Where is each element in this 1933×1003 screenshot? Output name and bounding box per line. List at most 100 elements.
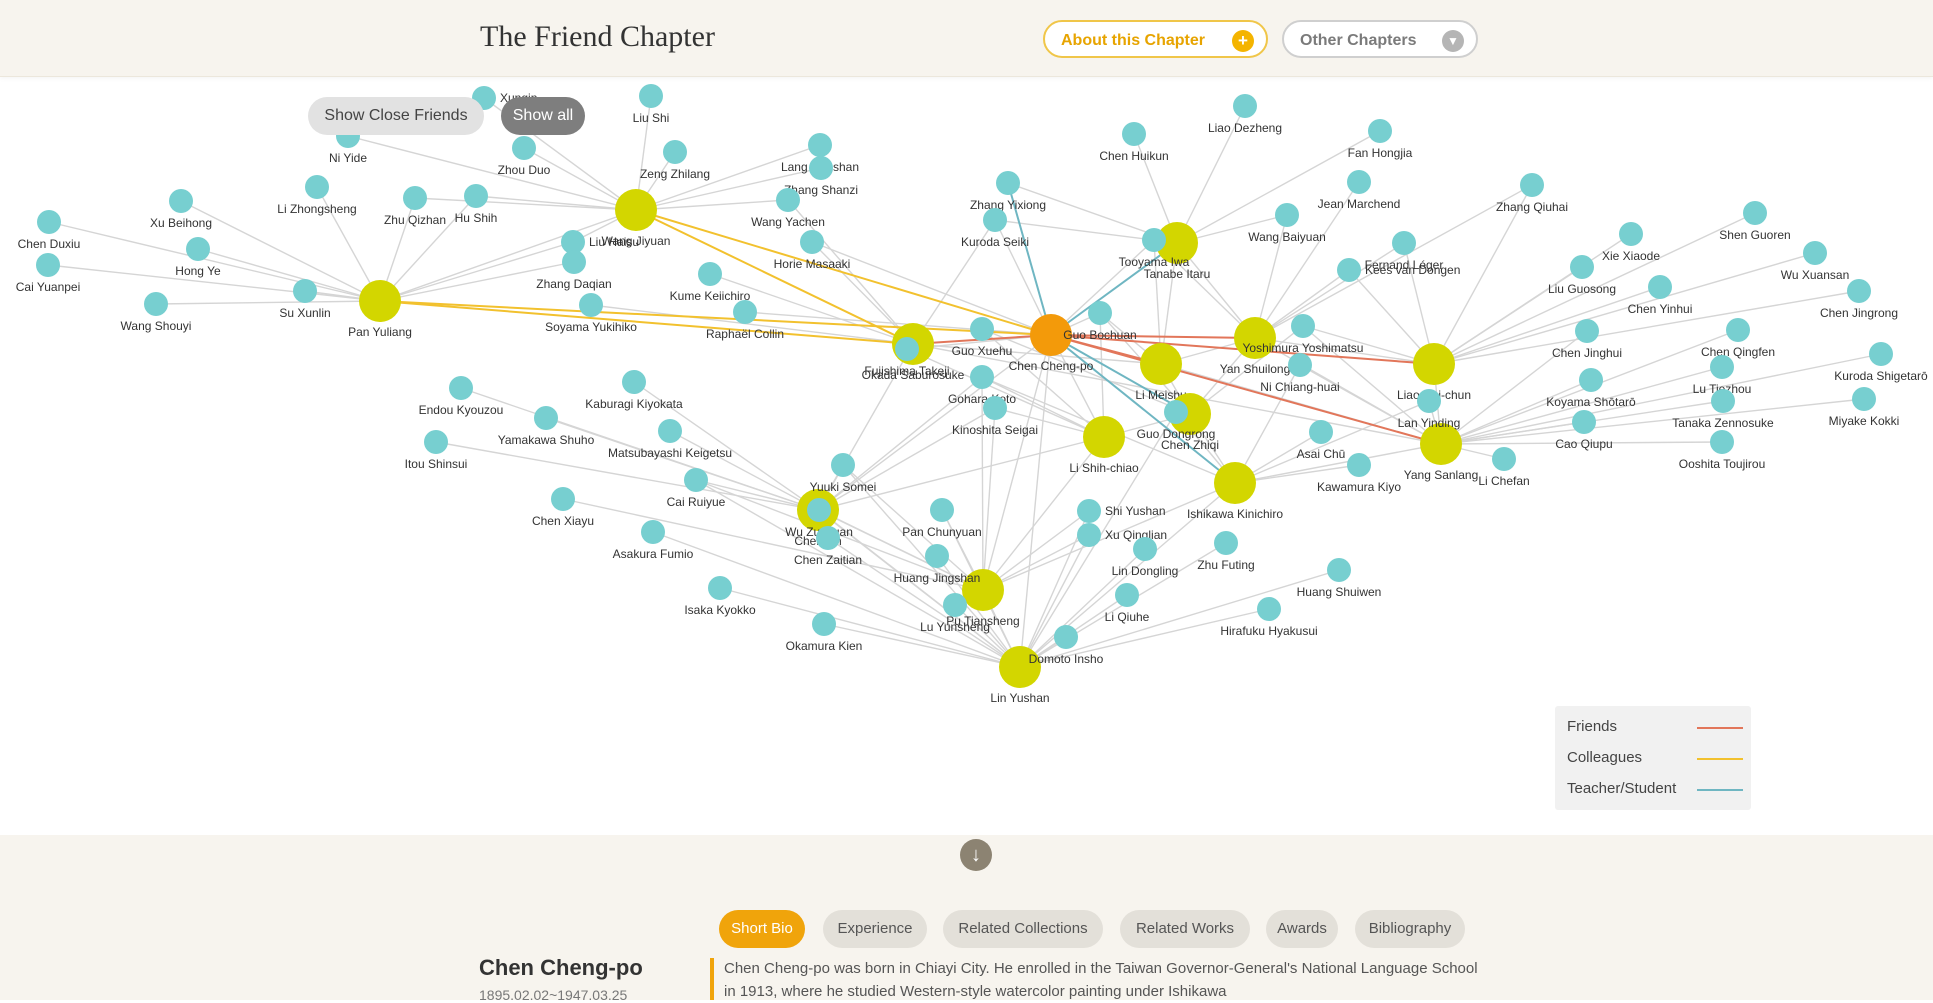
- node-circle[interactable]: [512, 136, 536, 160]
- node-circle[interactable]: [1852, 387, 1876, 411]
- node-circle[interactable]: [1743, 201, 1767, 225]
- node-circle[interactable]: [663, 140, 687, 164]
- node-circle[interactable]: [831, 453, 855, 477]
- node-pan-yuliang[interactable]: Pan Yuliang: [348, 280, 412, 339]
- node-zhu-futing[interactable]: Zhu Futing: [1197, 531, 1255, 572]
- node-circle[interactable]: [1803, 241, 1827, 265]
- node-circle[interactable]: [1083, 416, 1125, 458]
- node-circle[interactable]: [983, 396, 1007, 420]
- node-circle[interactable]: [641, 520, 665, 544]
- node-circle[interactable]: [1726, 318, 1750, 342]
- node-li-zhongsheng[interactable]: Li Zhongsheng: [277, 175, 357, 216]
- node-circle[interactable]: [579, 293, 603, 317]
- node-circle[interactable]: [359, 280, 401, 322]
- node-chen-yinhui[interactable]: Chen Yinhui: [1628, 275, 1693, 316]
- node-circle[interactable]: [1054, 625, 1078, 649]
- node-circle[interactable]: [37, 210, 61, 234]
- tab-experience[interactable]: Experience: [823, 910, 927, 948]
- node-zhou-duo[interactable]: Zhou Duo: [498, 136, 551, 177]
- node-marchend[interactable]: Jean Marchend: [1318, 170, 1401, 211]
- show-close-friends-button[interactable]: Show Close Friends: [308, 97, 484, 135]
- node-circle[interactable]: [807, 498, 831, 522]
- node-circle[interactable]: [658, 419, 682, 443]
- node-kaburagi[interactable]: Kaburagi Kiyokata: [585, 370, 683, 411]
- node-circle[interactable]: [449, 376, 473, 400]
- node-circle[interactable]: [925, 544, 949, 568]
- node-circle[interactable]: [895, 337, 919, 361]
- node-circle[interactable]: [733, 300, 757, 324]
- node-circle[interactable]: [464, 184, 488, 208]
- node-circle[interactable]: [1869, 342, 1893, 366]
- node-matsubayashi[interactable]: Matsubayashi Keigetsu: [608, 419, 732, 460]
- node-cai-yuanpei[interactable]: Cai Yuanpei: [16, 253, 81, 294]
- node-circle[interactable]: [1710, 355, 1734, 379]
- node-circle[interactable]: [1122, 122, 1146, 146]
- node-circle[interactable]: [1140, 343, 1182, 385]
- node-circle[interactable]: [808, 133, 832, 157]
- node-circle[interactable]: [1309, 420, 1333, 444]
- tab-related-collections[interactable]: Related Collections: [943, 910, 1103, 948]
- node-circle[interactable]: [1492, 447, 1516, 471]
- arrow-down-icon[interactable]: ↓: [960, 839, 992, 871]
- node-circle[interactable]: [1257, 597, 1281, 621]
- node-kuroda-shigetaro[interactable]: Kuroda Shigetarō: [1834, 342, 1928, 383]
- node-li-meishu[interactable]: Li Meishu: [1135, 343, 1187, 402]
- node-circle[interactable]: [776, 188, 800, 212]
- node-miyake[interactable]: Miyake Kokki: [1829, 387, 1900, 428]
- node-kume[interactable]: Kume Keiichiro: [670, 262, 751, 303]
- node-liao-dezheng[interactable]: Liao Dezheng: [1208, 94, 1282, 135]
- node-circle[interactable]: [708, 576, 732, 600]
- node-li-chefan[interactable]: Li Chefan: [1478, 447, 1530, 488]
- node-yang[interactable]: Yang Sanlang: [1404, 423, 1479, 482]
- node-circle[interactable]: [1417, 389, 1441, 413]
- node-circle[interactable]: [1520, 173, 1544, 197]
- node-circle[interactable]: [943, 593, 967, 617]
- node-circle[interactable]: [698, 262, 722, 286]
- node-circle[interactable]: [1575, 319, 1599, 343]
- tab-awards[interactable]: Awards: [1266, 910, 1338, 948]
- node-circle[interactable]: [186, 237, 210, 261]
- tab-related-works[interactable]: Related Works: [1120, 910, 1250, 948]
- node-zhang-yixiong[interactable]: Zhang Yixiong: [970, 171, 1046, 212]
- node-circle[interactable]: [639, 84, 663, 108]
- node-circle[interactable]: [615, 189, 657, 231]
- node-zhang-qiuhai[interactable]: Zhang Qiuhai: [1496, 173, 1568, 214]
- node-ooshita[interactable]: Ooshita Toujirou: [1679, 430, 1766, 471]
- node-kuroda-seiki[interactable]: Kuroda Seiki: [961, 208, 1029, 249]
- node-circle[interactable]: [1233, 94, 1257, 118]
- node-hong-ye[interactable]: Hong Ye: [175, 237, 221, 278]
- node-circle[interactable]: [970, 317, 994, 341]
- node-chen-qingfen[interactable]: Chen Qingfen: [1701, 318, 1775, 359]
- node-circle[interactable]: [144, 292, 168, 316]
- node-liu-shi[interactable]: Liu Shi: [633, 84, 670, 125]
- node-circle[interactable]: [562, 250, 586, 274]
- node-circle[interactable]: [1133, 537, 1157, 561]
- about-chapter-button[interactable]: About this Chapter +: [1043, 20, 1268, 58]
- node-ishikawa[interactable]: Ishikawa Kinichiro: [1187, 462, 1283, 521]
- node-circle[interactable]: [551, 487, 575, 511]
- tab-short-bio[interactable]: Short Bio: [719, 910, 805, 948]
- node-guo-bochuan[interactable]: Guo Bochuan: [1063, 301, 1137, 342]
- node-circle[interactable]: [816, 526, 840, 550]
- node-circle[interactable]: [970, 365, 994, 389]
- node-circle[interactable]: [1164, 400, 1188, 424]
- node-circle[interactable]: [1327, 558, 1351, 582]
- node-wang-baiyuan[interactable]: Wang Baiyuan: [1248, 203, 1326, 244]
- node-circle[interactable]: [684, 468, 708, 492]
- node-lin-dongling[interactable]: Lin Dongling: [1112, 537, 1179, 578]
- node-chen-jinghui[interactable]: Chen Jinghui: [1552, 319, 1622, 360]
- node-asakura[interactable]: Asakura Fumio: [613, 520, 694, 561]
- node-isaka[interactable]: Isaka Kyokko: [684, 576, 756, 617]
- node-circle[interactable]: [1413, 343, 1455, 385]
- node-circle[interactable]: [622, 370, 646, 394]
- tab-bibliography[interactable]: Bibliography: [1355, 910, 1465, 948]
- node-zhu-qizhan[interactable]: Zhu Qizhan: [384, 186, 446, 227]
- node-circle[interactable]: [424, 430, 448, 454]
- node-circle[interactable]: [1648, 275, 1672, 299]
- node-circle[interactable]: [293, 279, 317, 303]
- node-chen-duxiu[interactable]: Chen Duxiu: [18, 210, 81, 251]
- node-huang-jingshan[interactable]: Huang Jingshan: [894, 544, 981, 585]
- node-wang-shouyi[interactable]: Wang Shouyi: [121, 292, 192, 333]
- node-circle[interactable]: [1579, 368, 1603, 392]
- node-circle[interactable]: [305, 175, 329, 199]
